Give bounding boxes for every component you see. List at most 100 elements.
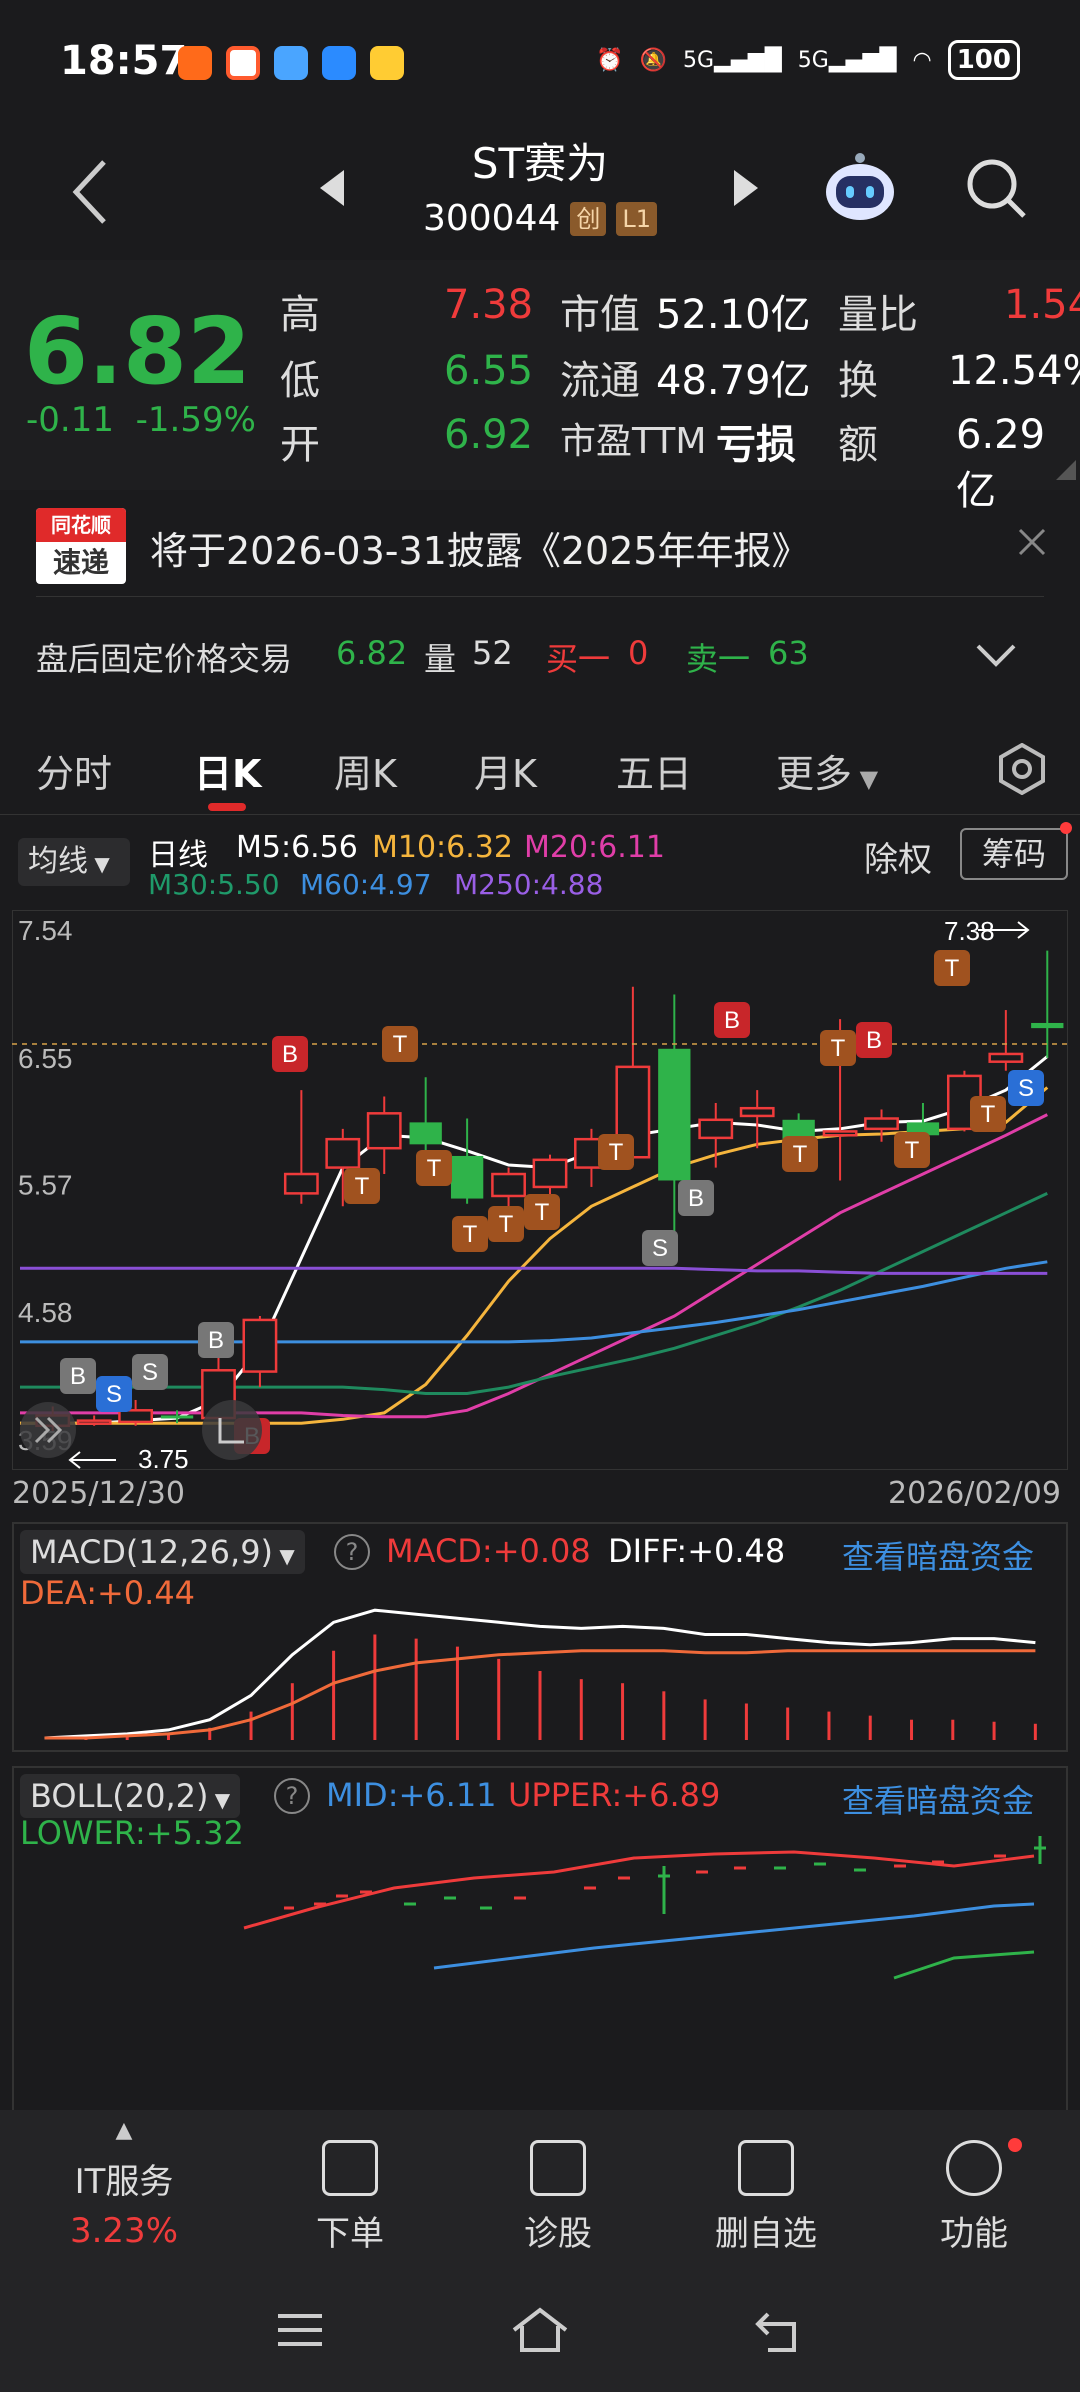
status-bar: 18:57 ⏰ 🔕 5G▂▄▆█ 5G▂▄▆█ ◠ 100 <box>0 0 1080 120</box>
level-tag: L1 <box>616 201 658 236</box>
svg-text:T: T <box>945 955 960 982</box>
signal-icon-2: 5G▂▄▆█ <box>797 47 897 73</box>
buy1-value: 0 <box>628 634 649 672</box>
order-icon <box>322 2140 378 2196</box>
app-icon-1 <box>178 46 212 80</box>
stock-code: 300044 <box>422 198 561 239</box>
after-trade-label: 盘后固定价格交易 <box>36 640 293 678</box>
search-icon[interactable] <box>964 156 1028 220</box>
collapse-left-icon[interactable] <box>20 1402 76 1458</box>
macd-value: MACD:+0.08 <box>386 1532 591 1570</box>
stock-code-row: 300044 创 L1 <box>0 198 1080 239</box>
ex-rights-button[interactable]: 除权 <box>864 832 932 881</box>
tab-more[interactable]: 更多 ▼ <box>776 743 878 798</box>
candle <box>366 1096 402 1175</box>
min-price-label: 3.75 <box>138 1444 189 1470</box>
diagnose-button[interactable]: 诊股 <box>458 2140 658 2255</box>
sector-button[interactable]: ▲ IT服务 3.23% <box>24 2120 224 2252</box>
price-change: -0.11 -1.59% <box>26 400 256 440</box>
functions-red-dot <box>1008 2138 1022 2152</box>
svg-text:T: T <box>499 1211 514 1238</box>
boll-chart <box>243 1836 1046 1980</box>
svg-text:B: B <box>282 1041 298 1068</box>
expand-corner-icon[interactable] <box>1056 460 1076 480</box>
macd-select[interactable]: MACD(12,26,9) ▼ <box>20 1530 305 1574</box>
candles <box>35 950 1064 1433</box>
diagnose-icon <box>530 2140 586 2196</box>
mute-icon: 🔕 <box>639 47 668 73</box>
chips-button[interactable]: 筹码 <box>960 828 1068 880</box>
notification-icons <box>178 46 404 80</box>
dark-pool-link[interactable]: 查看暗盘资金 <box>842 1532 1034 1578</box>
ma-line-m10 <box>20 1086 1049 1425</box>
ma20-label: M20:6.11 <box>524 830 665 865</box>
ma10-label: M10:6.32 <box>372 830 513 865</box>
candle <box>242 1316 278 1388</box>
notice-banner[interactable]: 同花顺 速递 将于2026-03-31披露《2025年年报》 <box>0 490 1080 610</box>
svg-text:T: T <box>609 1139 624 1166</box>
stock-name: ST赛为 <box>471 139 609 188</box>
wifi-icon: ◠ <box>912 47 932 73</box>
tab-intraday[interactable]: 分时 <box>36 743 112 798</box>
svg-text:S: S <box>142 1359 158 1386</box>
float-value: 48.79亿 <box>656 358 811 404</box>
notice-text: 将于2026-03-31披露《2025年年报》 <box>150 529 810 573</box>
sell1-label: 卖一 <box>686 640 751 678</box>
turnover-value: 12.54% <box>948 348 1080 394</box>
home-icon[interactable] <box>510 2306 570 2354</box>
tab-five-day[interactable]: 五日 <box>616 743 692 798</box>
robot-assistant-icon[interactable] <box>822 150 898 226</box>
svg-text:B: B <box>724 1007 740 1034</box>
ma-lines <box>20 1055 1049 1425</box>
y-tick-label: 7.54 <box>18 915 73 946</box>
after-trade-vol-label: 量 <box>424 640 457 678</box>
app-icon-4 <box>322 46 356 80</box>
macd-panel: MACD(12,26,9) ▼ ? MACD:+0.08 DIFF:+0.48 … <box>12 1522 1068 1752</box>
next-stock-icon[interactable] <box>732 168 760 208</box>
chips-red-dot <box>1060 822 1072 834</box>
back-nav-icon[interactable] <box>754 2310 804 2354</box>
chevron-down-icon[interactable] <box>976 644 1016 668</box>
svg-text:S: S <box>652 1235 668 1262</box>
volratio-value: 1.54 <box>1004 282 1080 328</box>
chart-area: 均线 ▼ 日线 M5:6.56 M10:6.32 M20:6.11 M30:5.… <box>0 820 1080 2110</box>
svg-text:S: S <box>106 1381 122 1408</box>
functions-button[interactable]: 功能 <box>874 2140 1074 2255</box>
y-tick-label: 4.58 <box>18 1297 73 1328</box>
ma60-label: M60:4.97 <box>300 868 432 901</box>
recent-apps-icon[interactable] <box>276 2310 324 2350</box>
dropdown-arrow-icon: ▼ <box>852 765 879 793</box>
remove-watchlist-button[interactable]: 删自选 <box>666 2140 866 2255</box>
help-icon[interactable]: ? <box>334 1534 370 1570</box>
pe-label: 市盈TTM <box>560 421 707 462</box>
candlestick-chart[interactable]: 7.546.555.574.583.59 B T T T T T T T S B… <box>12 910 1068 1470</box>
alarm-icon: ⏰ <box>596 47 624 73</box>
svg-text:B: B <box>866 1027 882 1054</box>
bottom-toolbar: ▲ IT服务 3.23% 下单 诊股 删自选 功能 <box>0 2110 1080 2392</box>
tab-weekly-k[interactable]: 周K <box>334 743 397 798</box>
close-icon[interactable] <box>1018 528 1046 556</box>
buy1-label: 买一 <box>546 640 611 678</box>
signal-icon-1: 5G▂▄▆█ <box>683 47 782 73</box>
svg-text:S: S <box>1018 1075 1034 1102</box>
ma250-label: M250:4.88 <box>454 868 604 901</box>
tab-monthly-k[interactable]: 月K <box>474 743 537 798</box>
high-value: 7.38 <box>444 282 534 328</box>
ma5-label: M5:6.56 <box>236 830 358 865</box>
candle <box>76 1415 112 1426</box>
boll-panel: BOLL(20,2) ▼ ? MID:+6.11 UPPER:+6.89 查看暗… <box>12 1766 1068 2110</box>
turnover-label: 换 <box>838 358 878 404</box>
mktcap-value: 52.10亿 <box>656 292 811 338</box>
ma-select[interactable]: 均线 ▼ <box>18 838 130 886</box>
menu-circle-icon <box>946 2140 1002 2196</box>
svg-text:T: T <box>393 1031 408 1058</box>
float-label: 流通 <box>560 358 640 404</box>
candle <box>1031 950 1064 1058</box>
stock-header: ST赛为 300044 创 L1 <box>0 120 1080 260</box>
fullscreen-icon[interactable] <box>202 1400 262 1460</box>
settings-icon[interactable] <box>996 743 1048 795</box>
order-button[interactable]: 下单 <box>250 2140 450 2255</box>
after-hours-trade-row[interactable]: 盘后固定价格交易 6.82 量 52 买一 0 卖一 63 <box>0 610 1080 700</box>
tab-daily-k[interactable]: 日K <box>194 743 261 798</box>
svg-text:T: T <box>831 1035 846 1062</box>
